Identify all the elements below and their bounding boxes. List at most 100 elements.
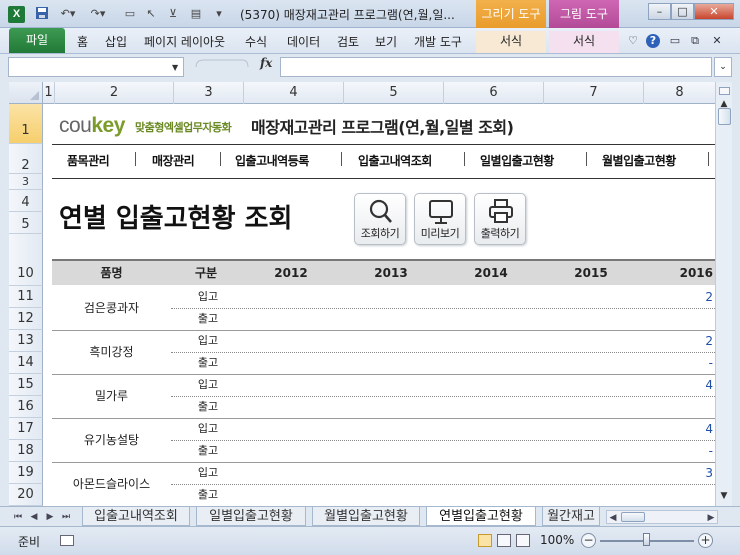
tab-format-drawing[interactable]: 서식: [476, 31, 546, 53]
row-header[interactable]: 2: [9, 144, 43, 174]
row-header[interactable]: 5: [9, 212, 43, 234]
column-header[interactable]: 3: [174, 82, 244, 104]
vertical-scroll-thumb[interactable]: [718, 108, 731, 125]
name-box-dropdown-icon[interactable]: ▼: [172, 63, 178, 72]
redo-icon[interactable]: ↷▾: [88, 6, 108, 22]
select-all-corner[interactable]: [9, 82, 43, 104]
workbook-restore-icon[interactable]: ⧉: [688, 34, 702, 48]
sheet-tab[interactable]: 일별입출고현황: [196, 507, 306, 526]
horizontal-scroll-thumb[interactable]: [621, 512, 645, 522]
sheet-tab[interactable]: 월별입출고현황: [312, 507, 420, 526]
sheet-tab-active[interactable]: 연별입출고현황: [426, 507, 536, 526]
tab-format-picture[interactable]: 서식: [549, 31, 619, 53]
tab-review[interactable]: 검토: [337, 32, 359, 52]
row-header[interactable]: 19: [9, 462, 43, 484]
maximize-button[interactable]: □: [671, 3, 694, 20]
row-header[interactable]: 17: [9, 418, 43, 440]
brand-tagline: 맞춤형엑셀업무자동화: [135, 121, 232, 134]
tab-file[interactable]: 파일: [9, 28, 65, 53]
pointer-icon[interactable]: ↖: [144, 6, 158, 22]
window-title: (5370) 매장재고관리 프로그램(연,월,일...: [240, 8, 455, 22]
scroll-down-icon[interactable]: ▼: [716, 488, 732, 504]
column-header[interactable]: 7: [544, 82, 644, 104]
form-icon[interactable]: ▭: [122, 6, 138, 22]
column-header[interactable]: 5: [344, 82, 444, 104]
name-box[interactable]: [8, 57, 184, 77]
prev-sheet-icon[interactable]: ◀: [28, 510, 40, 524]
picture-tools-context[interactable]: 그림 도구: [549, 0, 619, 28]
preview-button[interactable]: 미리보기: [414, 193, 466, 245]
split-handle[interactable]: [719, 87, 730, 95]
zoom-in-icon[interactable]: +: [698, 533, 713, 548]
next-sheet-icon[interactable]: ▶: [44, 510, 56, 524]
row-header[interactable]: 18: [9, 440, 43, 462]
nav-item-register[interactable]: 입출고내역등록: [235, 152, 309, 169]
search-button[interactable]: 조회하기: [354, 193, 406, 245]
scroll-right-icon[interactable]: ▶: [705, 511, 717, 525]
row-header[interactable]: 13: [9, 330, 43, 352]
tab-developer[interactable]: 개발 도구: [414, 32, 462, 52]
last-sheet-icon[interactable]: ⏭: [60, 510, 72, 524]
sheet-tab[interactable]: 월간재고: [542, 507, 600, 526]
row-header[interactable]: 12: [9, 308, 43, 330]
row-header[interactable]: 16: [9, 396, 43, 418]
horizontal-scrollbar[interactable]: ◀ ▶: [606, 510, 718, 524]
tab-formulas[interactable]: 수식: [245, 32, 267, 52]
nav-item-stores[interactable]: 매장관리: [152, 152, 195, 169]
worksheet[interactable]: coukey 맞춤형엑셀업무자동화 매장재고관리 프로그램(연,월,일별 조회)…: [43, 104, 715, 506]
scroll-left-icon[interactable]: ◀: [607, 511, 619, 525]
formula-expand-icon[interactable]: ⌄: [714, 57, 732, 77]
save-icon[interactable]: [34, 6, 50, 22]
qat-customize-icon[interactable]: ▾: [212, 6, 226, 22]
product-name: 밀가루: [94, 389, 129, 403]
column-header[interactable]: 1: [43, 82, 55, 104]
row-header[interactable]: 3: [9, 174, 43, 190]
workbook-minimize-icon[interactable]: ▭: [668, 34, 682, 48]
page-layout-view-icon[interactable]: [497, 534, 511, 547]
vertical-scrollbar[interactable]: ▲ ▼: [715, 82, 732, 506]
nav-item-lookup[interactable]: 입출고내역조회: [358, 152, 432, 169]
row-header[interactable]: 14: [9, 352, 43, 374]
row-header[interactable]: 1: [9, 104, 43, 144]
normal-view-icon[interactable]: [478, 534, 492, 547]
zoom-slider-thumb[interactable]: [643, 533, 650, 546]
sheet-tab[interactable]: 입출고내역조회: [82, 507, 190, 526]
excel-logo-icon[interactable]: X: [8, 6, 25, 23]
tab-data[interactable]: 데이터: [287, 32, 320, 52]
nav-separator: [708, 152, 709, 166]
workbook-close-icon[interactable]: ✕: [710, 34, 724, 48]
preview-icon[interactable]: ▤: [188, 6, 204, 22]
ribbon-collapse-icon[interactable]: ♡: [626, 34, 640, 48]
tab-page-layout[interactable]: 페이지 레이아웃: [144, 32, 225, 52]
tab-insert[interactable]: 삽입: [105, 32, 127, 52]
nav-item-products[interactable]: 품목관리: [67, 152, 110, 169]
insert-function-icon[interactable]: fx: [260, 56, 272, 70]
tab-view[interactable]: 보기: [375, 32, 397, 52]
column-header[interactable]: 6: [444, 82, 544, 104]
nav-item-daily[interactable]: 일별입출고현황: [480, 152, 554, 169]
filter-icon[interactable]: ⊻: [165, 6, 181, 22]
value-2016-in: 2: [705, 290, 713, 304]
tab-home[interactable]: 홈: [77, 32, 88, 52]
zoom-out-icon[interactable]: −: [581, 533, 596, 548]
macro-record-icon[interactable]: [60, 535, 74, 546]
close-button[interactable]: ✕: [694, 3, 734, 20]
nav-item-monthly[interactable]: 월별입출고현황: [602, 152, 676, 169]
first-sheet-icon[interactable]: ⏮: [12, 510, 24, 524]
row-header[interactable]: 11: [9, 286, 43, 308]
column-header[interactable]: 2: [55, 82, 174, 104]
minimize-button[interactable]: –: [648, 3, 671, 20]
undo-icon[interactable]: ↶▾: [58, 6, 78, 22]
row-header[interactable]: 10: [9, 234, 43, 286]
column-header[interactable]: 8: [644, 82, 715, 104]
row-header[interactable]: 15: [9, 374, 43, 396]
formula-input[interactable]: [280, 57, 712, 77]
print-button[interactable]: 출력하기: [474, 193, 526, 245]
row-header[interactable]: 4: [9, 190, 43, 212]
column-header[interactable]: 4: [244, 82, 344, 104]
row-header[interactable]: 20: [9, 484, 43, 506]
drawing-tools-context[interactable]: 그리기 도구: [476, 0, 546, 28]
help-icon[interactable]: ?: [646, 34, 660, 48]
zoom-level[interactable]: 100%: [540, 533, 574, 547]
page-break-view-icon[interactable]: [516, 534, 530, 547]
